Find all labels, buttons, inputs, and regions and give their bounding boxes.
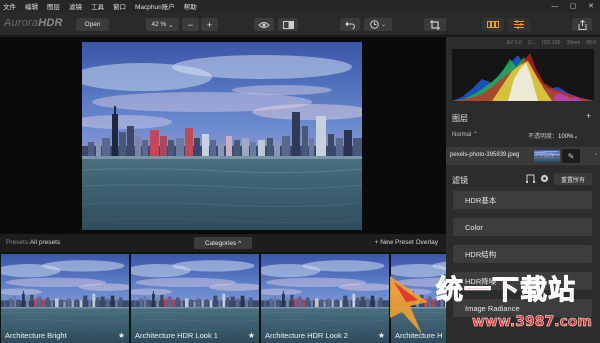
sliders-icon [514,20,524,29]
menu-bar: 文件 编辑 图层 滤镜 工具 窗口 Macphun账户 帮助 — ▢ ✕ [0,0,600,12]
window-controls: — ▢ ✕ [546,0,600,12]
presets-bar: Presets:All presets Categories ^ + New P… [0,234,446,252]
preset-name: Architecture Bright [5,331,67,340]
exif-aperture: f/8.0 [586,39,596,46]
menu-window[interactable]: 窗口 [113,1,126,11]
main-photo[interactable] [82,42,362,230]
chevron-down-icon: ⌄ [168,21,174,29]
brush-icon[interactable]: ✎ [562,149,580,163]
exif-ev: EV 0.0 [506,39,522,46]
mask-icon [526,174,535,183]
layers-title: 图层 [452,114,468,123]
mask-button[interactable] [526,174,535,185]
menu-tools[interactable]: 工具 [91,1,104,11]
zoom-out-button[interactable]: − [182,18,199,31]
menu-edit[interactable]: 编辑 [25,1,38,11]
undo-button[interactable] [340,18,360,31]
filter-hdr-denoise[interactable]: HDR降噪 [453,272,592,290]
exif-info: EV 0.0 1/... ISO 100 30mm f/8.0 [446,37,600,48]
filter-color[interactable]: Color [453,218,592,236]
preview-eye-button[interactable] [254,18,274,31]
clock-icon [370,20,379,29]
filter-hdr-basic[interactable]: HDR基本 [453,191,592,209]
presets-current[interactable]: All presets [30,239,60,246]
open-button[interactable]: Open [76,18,109,31]
share-icon [578,19,586,30]
layer-thumbnail [534,150,560,162]
star-icon[interactable]: ★ [248,331,255,340]
star-icon[interactable]: ★ [378,331,385,340]
filter-settings-button[interactable] [540,174,549,185]
close-button[interactable]: ✕ [582,0,600,12]
lock-icon: ▪ [594,152,597,158]
preset-name: Architecture HDR Look 2 [265,331,348,340]
logo-prefix: Aurora [4,17,39,29]
preset-name: Architecture HDR Look 1 [135,331,218,340]
presets-icon [487,21,499,28]
filter-image-radiance[interactable]: Image Radiance [453,299,592,317]
presets-label-text: Presets: [6,239,30,246]
crop-button[interactable] [424,18,446,31]
zoom-value: 42 % [151,21,167,28]
filters-title: 滤镜 [452,176,468,185]
menu-filters[interactable]: 滤镜 [69,1,82,11]
star-icon[interactable]: ★ [118,331,125,340]
maximize-button[interactable]: ▢ [564,0,582,12]
filter-hdr-structure[interactable]: HDR结构 [453,245,592,263]
gear-icon [540,174,549,183]
presets-toggle-button[interactable] [482,18,504,31]
layer-name: pexels-photo-395839.jpeg [450,152,520,158]
preset-thumb[interactable]: Architecture H [391,254,446,343]
minimize-button[interactable]: — [546,0,564,12]
opacity-value: 100%⌄ [558,134,579,140]
undo-icon [345,21,355,29]
toolbar: AuroraHDR Open 42 % ⌄ − + ⌄ [0,12,600,36]
app-logo: AuroraHDR [4,17,63,29]
crop-icon [430,19,440,30]
image-canvas[interactable] [0,37,446,234]
categories-dropdown[interactable]: Categories ^ [194,237,252,249]
menu-account[interactable]: Macphun账户 [135,1,175,11]
blend-mode-dropdown[interactable]: Normal ⌃ [452,131,478,138]
exif-shutter: 1/... [527,39,536,46]
menu-layers[interactable]: 图层 [47,1,60,11]
opacity-control[interactable]: 不透明度：100%⌄ [528,131,578,140]
preset-thumb[interactable]: Architecture Bright ★ [1,254,129,343]
logo-suffix: HDR [38,17,63,29]
exif-focal: 30mm [566,39,581,46]
presets-label: Presets:All presets [6,239,60,246]
preset-name: Architecture H [395,331,443,340]
add-layer-button[interactable]: + [586,111,591,121]
new-preset-overlay-button[interactable]: + New Preset Overlay [375,239,438,246]
right-panel: EV 0.0 1/... ISO 100 30mm f/8.0 图层 + Nor… [446,37,600,343]
chevron-down-icon: ⌄ [380,22,387,28]
zoom-in-button[interactable]: + [201,18,218,31]
preset-thumb[interactable]: Architecture HDR Look 2 ★ [261,254,389,343]
histogram [452,49,594,101]
zoom-dropdown[interactable]: 42 % ⌄ [146,18,179,31]
adjustments-toggle-button[interactable] [508,18,530,31]
reset-all-button[interactable]: 重置所有 [554,173,592,185]
menu-help[interactable]: 帮助 [184,1,197,11]
preset-thumbnails: Architecture Bright ★ Architecture HDR L… [0,252,446,343]
preset-thumb[interactable]: Architecture HDR Look 1 ★ [131,254,259,343]
layer-row[interactable]: pexels-photo-395839.jpeg ✎ ▪ [446,147,600,165]
compare-button[interactable] [278,18,298,31]
opacity-label: 不透明度： [528,134,559,140]
eye-icon [258,21,270,28]
history-button[interactable]: ⌄ [364,18,392,31]
split-view-icon [282,20,294,29]
share-button[interactable] [572,18,592,31]
exif-iso: ISO 100 [542,39,561,46]
menu-file[interactable]: 文件 [3,1,16,11]
